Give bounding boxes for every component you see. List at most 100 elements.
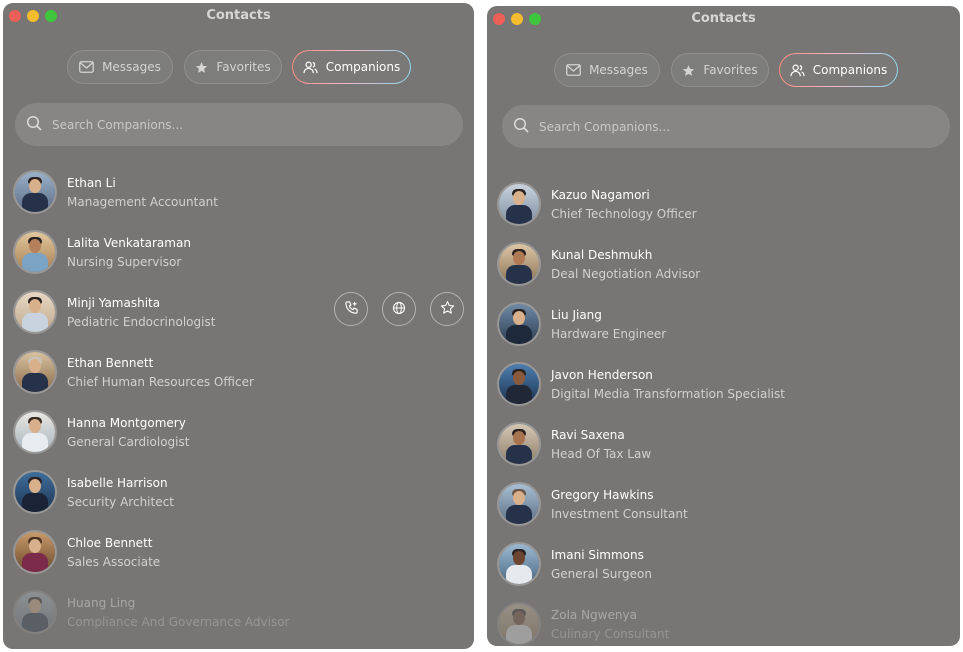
- contact-name: Gregory Hawkins: [551, 488, 654, 502]
- contact-row[interactable]: Ravi Saxena Head Of Tax Law: [487, 418, 960, 478]
- contact-name: Kunal Deshmukh: [551, 248, 653, 262]
- contact-name: Ethan Li: [67, 176, 116, 190]
- contact-name: Ethan Bennett: [67, 356, 154, 370]
- tab-label: Companions: [812, 63, 888, 77]
- title-bar: Contacts: [487, 6, 960, 32]
- search-icon: [26, 115, 42, 135]
- contact-role: General Surgeon: [551, 567, 652, 581]
- avatar: [15, 352, 55, 392]
- contact-role: Investment Consultant: [551, 507, 688, 521]
- avatar: [15, 292, 55, 332]
- contact-name: Minji Yamashita: [67, 296, 161, 310]
- contact-role: Digital Media Transformation Specialist: [551, 387, 785, 401]
- contact-role: Chief Technology Officer: [551, 207, 697, 221]
- contact-row[interactable]: Liu Jiang Hardware Engineer: [487, 298, 960, 358]
- contact-role: Hardware Engineer: [551, 327, 667, 341]
- contact-row[interactable]: Ethan Bennett Chief Human Resources Offic…: [3, 346, 474, 406]
- tab-label: Favorites: [703, 63, 758, 77]
- avatar: [15, 472, 55, 512]
- search-bar[interactable]: [502, 105, 950, 148]
- contact-name: Imani Simmons: [551, 548, 644, 562]
- contact-role: Security Architect: [67, 495, 174, 509]
- contact-name: Chloe Bennett: [67, 536, 153, 550]
- contact-name: Zola Ngwenya: [551, 608, 637, 622]
- contact-name: Liu Jiang: [551, 308, 602, 322]
- avatar: [499, 424, 539, 464]
- search-input[interactable]: [50, 116, 463, 133]
- people-icon: [790, 64, 805, 77]
- row-actions: [334, 292, 464, 326]
- star-outline-icon: [440, 300, 455, 319]
- envelope-icon: [79, 61, 94, 73]
- avatar: [15, 532, 55, 572]
- search-bar[interactable]: [15, 103, 463, 146]
- avatar: [499, 184, 539, 224]
- search-input[interactable]: [537, 118, 950, 135]
- avatar: [499, 544, 539, 584]
- contact-row[interactable]: Javon Henderson Digital Media Transformat…: [487, 358, 960, 418]
- contact-role: Pediatric Endocrinologist: [67, 315, 216, 329]
- contact-row[interactable]: Ethan Li Management Accountant: [3, 166, 474, 226]
- people-icon: [303, 61, 318, 74]
- tab-favorites[interactable]: Favorites: [671, 53, 769, 87]
- tab-messages[interactable]: Messages: [554, 53, 660, 87]
- contact-role: Compliance And Governance Advisor: [67, 615, 290, 629]
- avatar: [499, 364, 539, 404]
- web-button[interactable]: [382, 292, 416, 326]
- tab-messages[interactable]: Messages: [67, 50, 173, 84]
- tab-bar: Messages Favorites Companions: [3, 50, 474, 88]
- contact-name: Lalita Venkataraman: [67, 236, 191, 250]
- contact-row[interactable]: Chloe Bennett Sales Associate: [3, 526, 474, 586]
- call-button[interactable]: [334, 292, 368, 326]
- contact-role: Management Accountant: [67, 195, 218, 209]
- window-title: Contacts: [691, 11, 756, 26]
- contact-name: Kazuo Nagamori: [551, 188, 650, 202]
- star-icon: [195, 61, 208, 74]
- contact-role: Sales Associate: [67, 555, 161, 569]
- avatar: [499, 304, 539, 344]
- contact-row[interactable]: Hanna Montgomery General Cardiologist: [3, 406, 474, 466]
- contact-name: Huang Ling: [67, 596, 136, 610]
- tab-label: Companions: [325, 60, 401, 74]
- avatar: [499, 604, 539, 644]
- avatar: [15, 412, 55, 452]
- avatar: [499, 484, 539, 524]
- contact-row[interactable]: Lalita Venkataraman Nursing Supervisor: [3, 226, 474, 286]
- tab-label: Messages: [102, 60, 161, 74]
- title-bar: Contacts: [3, 3, 474, 29]
- tab-label: Favorites: [216, 60, 271, 74]
- contact-row[interactable]: Huang Ling Compliance And Governance Advi…: [3, 586, 474, 646]
- favorite-button[interactable]: [430, 292, 464, 326]
- avatar: [15, 232, 55, 272]
- contact-name: Hanna Montgomery: [67, 416, 186, 430]
- tab-companions[interactable]: Companions: [779, 53, 898, 87]
- contact-row[interactable]: Kazuo Nagamori Chief Technology Officer: [487, 178, 960, 238]
- contact-row[interactable]: Gregory Hawkins Investment Consultant: [487, 478, 960, 538]
- contacts-window-right: Contacts Messages Favorites Companions S…: [487, 6, 960, 646]
- contact-role: Nursing Supervisor: [67, 255, 182, 269]
- envelope-icon: [566, 64, 581, 76]
- contact-role: Head Of Tax Law: [551, 447, 652, 461]
- contacts-window-left: Contacts Messages Favorites Companions S…: [3, 3, 474, 649]
- contact-row[interactable]: Isabelle Harrison Security Architect: [3, 466, 474, 526]
- tab-label: Messages: [589, 63, 648, 77]
- contact-name: Ravi Saxena: [551, 428, 625, 442]
- phone-plus-icon: [344, 300, 359, 319]
- star-icon: [682, 64, 695, 77]
- tab-favorites[interactable]: Favorites: [184, 50, 282, 84]
- avatar: [499, 244, 539, 284]
- contact-role: Culinary Consultant: [551, 627, 670, 641]
- tab-companions[interactable]: Companions: [292, 50, 411, 84]
- contact-row[interactable]: Kunal Deshmukh Deal Negotiation Advisor: [487, 238, 960, 298]
- avatar: [15, 172, 55, 212]
- contact-list: Kazuo Nagamori Chief Technology Officer K…: [487, 178, 960, 646]
- contact-name: Isabelle Harrison: [67, 476, 168, 490]
- contact-row[interactable]: Zola Ngwenya Culinary Consultant: [487, 598, 960, 646]
- contact-role: Chief Human Resources Officer: [67, 375, 254, 389]
- contact-list: Ethan Li Management Accountant Lalita Ven…: [3, 166, 474, 646]
- contact-name: Javon Henderson: [551, 368, 653, 382]
- contact-role: General Cardiologist: [67, 435, 190, 449]
- contact-row[interactable]: Imani Simmons General Surgeon: [487, 538, 960, 598]
- contact-row[interactable]: Minji Yamashita Pediatric Endocrinologist: [3, 286, 474, 346]
- window-title: Contacts: [206, 8, 271, 23]
